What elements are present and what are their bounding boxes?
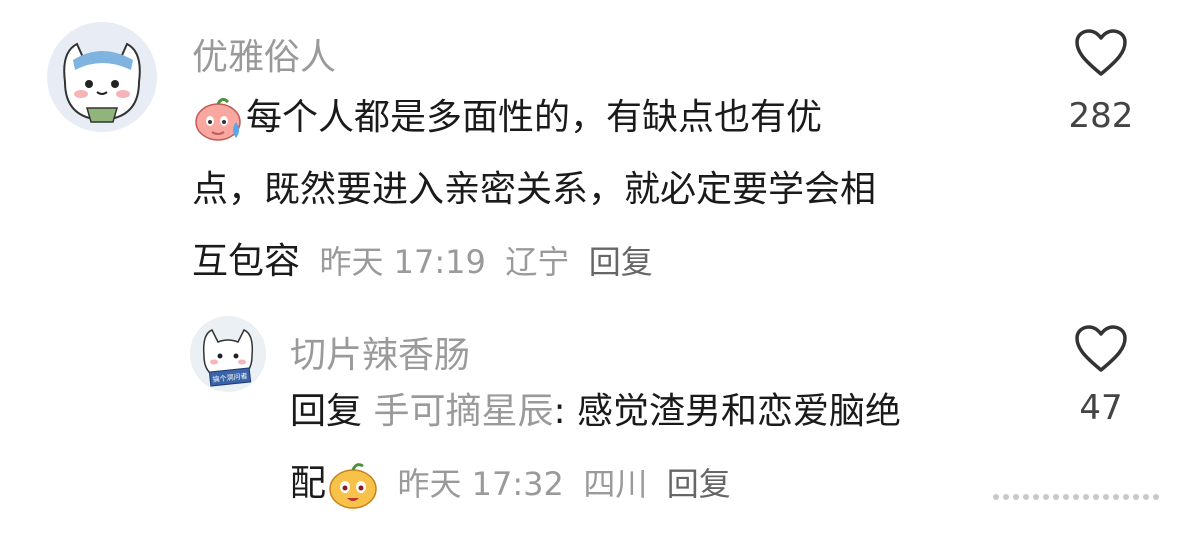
reply-text-line-2: 配 bbox=[290, 463, 327, 504]
reply-location: 四川 bbox=[583, 465, 648, 503]
like-count: 47 bbox=[1079, 388, 1123, 428]
reply-time: 昨天 17:32 bbox=[397, 465, 564, 503]
comment-location: 辽宁 bbox=[505, 243, 570, 281]
reply-button[interactable]: 回复 bbox=[667, 465, 731, 503]
watermark bbox=[991, 487, 1171, 506]
comment-body: 每个人都是多面性的，有缺点也有优 点，既然要进入亲密关系，就必定要学会相 互包容… bbox=[192, 82, 1022, 298]
comment-text-line-2: 点，既然要进入亲密关系，就必定要学会相 bbox=[192, 169, 877, 210]
reply-item: 搞个洞问者 切片辣香肠 回复 手可摘星辰: 感觉渣男和恋爱脑绝 配 昨天 17:… bbox=[0, 290, 1179, 520]
like-group: 282 bbox=[1060, 28, 1142, 136]
reply-body: 回复 手可摘星辰: 感觉渣男和恋爱脑绝 配 昨天 17:32 四川 回复 bbox=[290, 376, 1030, 520]
avatar[interactable]: 搞个洞问者 bbox=[190, 316, 266, 392]
reply-text: : 感觉渣男和恋爱脑绝 bbox=[553, 391, 902, 432]
reply-target-user[interactable]: 手可摘星辰 bbox=[373, 391, 553, 432]
reply-username[interactable]: 切片辣香肠 bbox=[290, 326, 470, 378]
reply-prefix: 回复 bbox=[290, 391, 363, 432]
cat-with-teacup-avatar-icon bbox=[47, 22, 157, 132]
heart-icon[interactable] bbox=[1074, 28, 1128, 78]
comment-text-line-1: 每个人都是多面性的，有缺点也有优 bbox=[246, 97, 823, 138]
sweating-face-sticker-icon bbox=[192, 92, 246, 146]
like-group: 47 bbox=[1060, 324, 1142, 428]
round-face-sticker-icon bbox=[326, 458, 380, 512]
like-count: 282 bbox=[1068, 96, 1134, 136]
reply-button[interactable]: 回复 bbox=[589, 243, 653, 281]
comment-username[interactable]: 优雅俗人 bbox=[192, 28, 336, 80]
avatar[interactable] bbox=[47, 22, 157, 132]
comment-text-line-3: 互包容 bbox=[192, 241, 301, 282]
heart-icon[interactable] bbox=[1074, 324, 1128, 374]
comment-item: 优雅俗人 每个人都是多面性的，有缺点也有优 点，既然要进入亲密关系，就必定要学会… bbox=[0, 0, 1179, 290]
comment-time: 昨天 17:19 bbox=[319, 243, 486, 281]
cat-holding-sign-avatar-icon: 搞个洞问者 bbox=[190, 316, 266, 392]
